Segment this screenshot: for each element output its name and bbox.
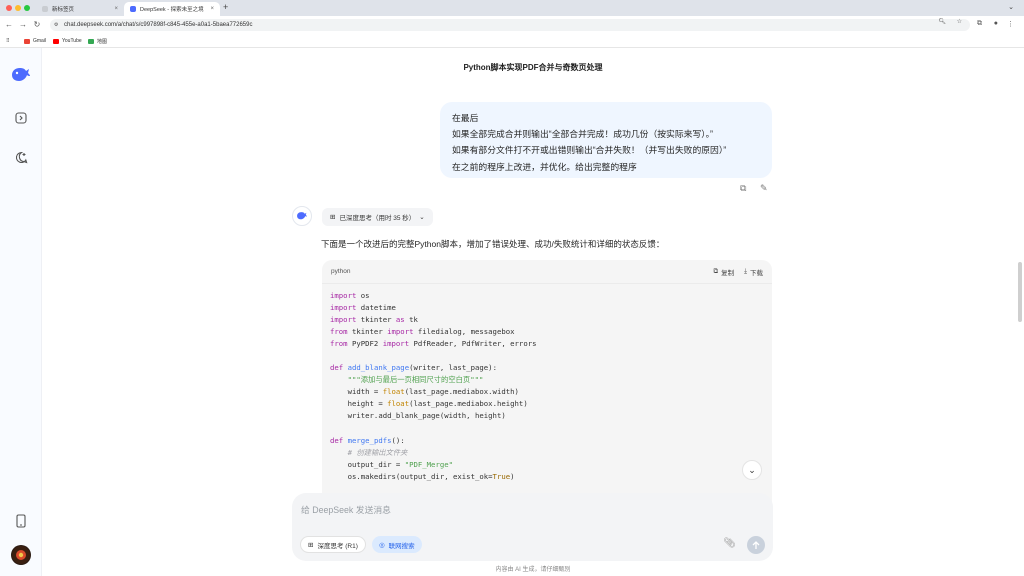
user-message: 在最后 如果全部完成合并则输出“全部合并完成！成功几份（按实际来写）。” 如果有… xyxy=(440,102,772,178)
download-icon: ⤓ xyxy=(744,267,747,275)
tab-deepseek[interactable]: DeepSeek - 探索未至之境 × xyxy=(124,2,220,16)
site-info-icon[interactable]: ⚙ xyxy=(54,22,58,28)
chat-main: Python脚本实现PDF合并与奇数页处理 在最后 如果全部完成合并则输出“全部… xyxy=(42,48,1024,576)
code-line: from tkinter import filedialog, messageb… xyxy=(330,327,515,337)
profile-avatar-icon[interactable]: ● xyxy=(994,20,998,27)
apps-grid-icon[interactable]: ⠿ xyxy=(6,38,10,44)
code-line: writer.add_blank_page(width, height) xyxy=(330,411,506,421)
deep-think-icon: ⊞ xyxy=(308,541,314,549)
back-icon[interactable]: ← xyxy=(4,20,14,29)
message-composer: 给 DeepSeek 发送消息 ⊞ 深度思考 (R1) ◎ 联网搜索 📎︎ xyxy=(292,493,773,561)
app-sidebar xyxy=(0,48,42,576)
mobile-app-icon[interactable] xyxy=(12,512,30,530)
browser-toolbar: ← → ↻ ⚙ chat.deepseek.com/a/chat/s/c9978… xyxy=(0,16,1024,34)
bookmark-label: Gmail xyxy=(33,38,47,44)
deepseek-avatar-icon xyxy=(292,206,312,226)
bookmark-gmail[interactable]: Gmail xyxy=(24,38,46,44)
code-line: height = float(last_page.mediabox.height… xyxy=(330,399,528,409)
deep-think-icon: ⊞ xyxy=(330,214,336,221)
deepseek-logo-icon[interactable] xyxy=(10,64,32,86)
minimize-window-button[interactable] xyxy=(15,5,21,11)
download-code-button[interactable]: ⤓ 下载 xyxy=(744,267,763,277)
deep-think-r1-button[interactable]: ⊞ 深度思考 (R1) xyxy=(300,536,366,553)
extensions-icon[interactable]: ⧉ xyxy=(977,20,982,28)
code-line: width = float(last_page.mediabox.width) xyxy=(330,387,519,397)
tab-search-icon[interactable]: ⌄ xyxy=(1008,3,1014,11)
close-icon[interactable]: × xyxy=(114,6,118,12)
scroll-to-bottom-button[interactable]: ⌄ xyxy=(742,460,762,480)
new-chat-icon[interactable] xyxy=(12,148,30,166)
browser-tab-bar: 新标签页 × DeepSeek - 探索未至之境 × + ⌄ xyxy=(0,0,1024,16)
code-block: python ⧉ 复制 ⤓ 下载 import os import datetim… xyxy=(322,260,772,516)
code-line: """添加与最后一页相同尺寸的空白页""" xyxy=(330,375,484,385)
user-message-line: 在最后 xyxy=(452,113,479,123)
web-search-button[interactable]: ◎ 联网搜索 xyxy=(372,536,422,553)
globe-icon: ◎ xyxy=(379,541,385,549)
copy-icon: ⧉ xyxy=(713,267,719,275)
user-message-line: 在之前的程序上改进，并优化。给出完整的程序 xyxy=(452,161,637,172)
bookmark-label: 地图 xyxy=(97,39,108,45)
code-line: def add_blank_page(writer, last_page): xyxy=(330,363,497,373)
close-window-button[interactable] xyxy=(6,5,12,11)
code-line: ​ xyxy=(330,423,764,435)
send-button[interactable] xyxy=(747,536,765,554)
code-language: python xyxy=(331,268,351,275)
user-avatar[interactable] xyxy=(11,545,31,565)
tab-label: 新标签页 xyxy=(52,7,75,13)
more-menu-icon[interactable]: ⋮ xyxy=(1007,20,1014,28)
bookmark-star-icon[interactable]: ☆ xyxy=(957,18,962,25)
new-tab-button[interactable]: + xyxy=(223,2,228,12)
ai-response-intro: 下面是一个改进后的完整Python脚本，增加了错误处理、成功/失败统计和详细的状… xyxy=(321,239,665,249)
code-line: import datetime xyxy=(330,303,396,313)
code-line: ​ xyxy=(330,350,764,362)
youtube-icon xyxy=(53,38,59,44)
maximize-window-button[interactable] xyxy=(24,5,30,11)
attach-file-icon[interactable]: 📎︎ xyxy=(723,538,736,549)
code-line: # 创建输出文件夹 xyxy=(330,447,408,457)
bookmarks-bar: ⠿ Gmail YouTube 地图 xyxy=(0,34,1024,48)
user-message-line: 如果全部完成合并则输出“全部合并完成！成功几份（按实际来写）。” xyxy=(452,129,713,140)
page-scrollbar[interactable] xyxy=(1018,262,1022,322)
address-bar[interactable]: ⚙ chat.deepseek.com/a/chat/s/c997898f-c8… xyxy=(50,19,970,31)
chevron-down-icon: ⌄ xyxy=(419,214,425,221)
arrow-up-icon xyxy=(752,540,760,549)
user-message-line: 如果有部分文件打不开或出错则输出“合并失败！（并写出失败的原因）” xyxy=(452,145,727,156)
new-tab-icon xyxy=(42,6,48,12)
url-text: chat.deepseek.com/a/chat/s/c997898f-c845… xyxy=(64,22,253,28)
code-line: from PyPDF2 import PdfReader, PdfWriter,… xyxy=(330,339,537,349)
edit-message-icon[interactable]: ✎ xyxy=(760,183,768,194)
tab-new-tab[interactable]: 新标签页 × xyxy=(36,2,124,16)
copy-label: 复制 xyxy=(721,269,735,277)
code-line: def merge_pdfs(): xyxy=(330,435,405,445)
copy-message-icon[interactable]: ⧉ xyxy=(740,183,746,194)
ai-disclaimer: 内容由 AI 生成，请仔细甄别 xyxy=(495,567,571,573)
deepseek-favicon-icon xyxy=(130,6,136,12)
toggle-sidebar-icon[interactable] xyxy=(12,109,30,127)
code-block-header: python ⧉ 复制 ⤓ 下载 xyxy=(322,260,772,284)
copy-code-button[interactable]: ⧉ 复制 xyxy=(713,267,734,277)
code-line: import os xyxy=(330,291,370,300)
close-icon[interactable]: × xyxy=(210,6,214,12)
deep-think-r1-label: 深度思考 (R1) xyxy=(317,542,358,550)
conversation-title: Python脚本实现PDF合并与奇数页处理 xyxy=(463,63,603,72)
reload-icon[interactable]: ↻ xyxy=(32,20,42,29)
code-line: os.makedirs(output_dir, exist_ok=True) xyxy=(330,471,515,481)
forward-icon[interactable]: → xyxy=(18,20,28,29)
code-line: output_dir = "PDF_Merge" xyxy=(330,459,454,469)
maps-icon xyxy=(88,39,94,44)
bookmark-maps[interactable]: 地图 xyxy=(88,38,107,45)
deep-think-label: 已深度思考（用时 35 秒） xyxy=(339,215,416,222)
zoom-icon[interactable]: 🔍︎ xyxy=(938,18,946,25)
chevron-down-icon: ⌄ xyxy=(748,464,756,475)
bookmark-label: YouTube xyxy=(62,38,82,44)
bookmark-youtube[interactable]: YouTube xyxy=(53,38,82,44)
tab-label: DeepSeek - 探索未至之境 xyxy=(140,7,204,13)
gmail-icon xyxy=(24,38,30,44)
deep-think-toggle[interactable]: ⊞ 已深度思考（用时 35 秒） ⌄ xyxy=(322,208,433,226)
web-search-label: 联网搜索 xyxy=(388,542,415,550)
code-line: import tkinter as tk xyxy=(330,315,418,325)
download-label: 下载 xyxy=(750,269,763,277)
message-input[interactable]: 给 DeepSeek 发送消息 xyxy=(301,503,391,516)
code-content: import os import datetime import tkinter a… xyxy=(322,284,772,489)
